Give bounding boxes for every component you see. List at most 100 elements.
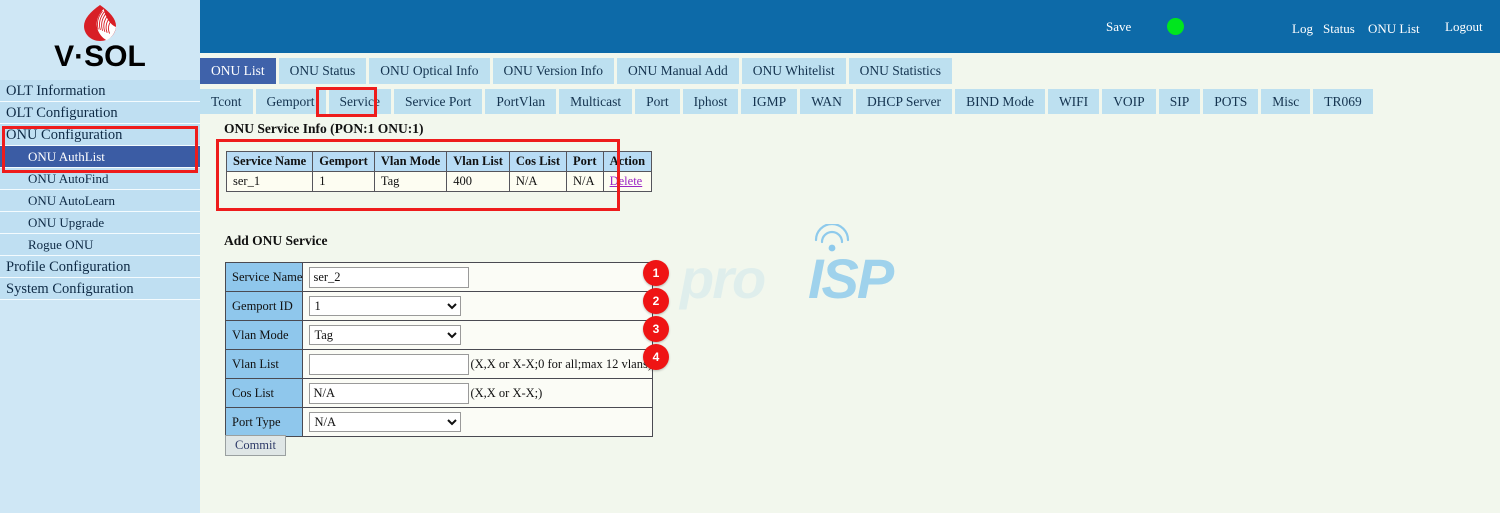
status-indicator-icon	[1167, 18, 1184, 35]
service-name-input[interactable]	[309, 267, 469, 288]
service-info-table: Service Name Gemport Vlan Mode Vlan List…	[226, 151, 652, 192]
step-badge-4: 4	[643, 344, 669, 370]
subtab-misc[interactable]: Misc	[1261, 89, 1310, 114]
sidebar-item-olt-information[interactable]: OLT Information	[0, 80, 200, 102]
brand-name: V·SOL	[0, 40, 200, 74]
col-port: Port	[567, 152, 604, 172]
gemport-id-select[interactable]: 1	[309, 296, 461, 316]
cell-service-name: ser_1	[227, 172, 313, 192]
subtab-igmp[interactable]: IGMP	[741, 89, 797, 114]
delete-link[interactable]: Delete	[610, 174, 643, 188]
label-vlan-list: Vlan List	[226, 350, 303, 379]
subtab-wifi[interactable]: WIFI	[1048, 89, 1099, 114]
step-badge-2: 2	[643, 288, 669, 314]
vlan-mode-select[interactable]: Tag	[309, 325, 461, 345]
label-gemport-id: Gemport ID	[226, 292, 303, 321]
form-row-vlan-mode: Vlan Mode Tag	[226, 321, 653, 350]
cell-vlan-list: 400	[447, 172, 510, 192]
col-service-name: Service Name	[227, 152, 313, 172]
subtab-iphost[interactable]: Iphost	[683, 89, 739, 114]
label-vlan-mode: Vlan Mode	[226, 321, 303, 350]
subtab-multicast[interactable]: Multicast	[559, 89, 632, 114]
subtab-wan[interactable]: WAN	[800, 89, 853, 114]
header-link-status[interactable]: Status	[1323, 21, 1355, 37]
brand-logo: V·SOL	[0, 0, 200, 80]
sidebar-nav: OLT Information OLT Configuration ONU Co…	[0, 80, 200, 300]
label-service-name: Service Name	[226, 263, 303, 292]
sidebar-item-onu-authlist[interactable]: ONU AuthList	[0, 146, 200, 168]
form-row-gemport-id: Gemport ID 1	[226, 292, 653, 321]
subtab-service[interactable]: Service	[329, 89, 391, 114]
tab-onu-version-info[interactable]: ONU Version Info	[493, 58, 615, 84]
col-gemport: Gemport	[313, 152, 375, 172]
sub-tab-bar: Tcont Gemport Service Service Port PortV…	[200, 89, 1500, 117]
vlan-list-input[interactable]	[309, 354, 469, 375]
vlan-list-hint: (X,X or X-X;0 for all;max 12 vlans)	[470, 357, 652, 371]
port-type-select[interactable]: N/A	[309, 412, 461, 432]
sidebar-item-onu-upgrade[interactable]: ONU Upgrade	[0, 212, 200, 234]
step-badge-3: 3	[643, 316, 669, 342]
top-header-bar: Save Log Status ONU List Logout	[200, 0, 1500, 53]
subtab-bind-mode[interactable]: BIND Mode	[955, 89, 1045, 114]
col-vlan-list: Vlan List	[447, 152, 510, 172]
form-row-vlan-list: Vlan List (X,X or X-X;0 for all;max 12 v…	[226, 350, 653, 379]
add-service-form: Service Name Gemport ID 1 Vlan Mode Tag	[225, 262, 653, 437]
table-header-row: Service Name Gemport Vlan Mode Vlan List…	[227, 152, 652, 172]
cos-list-input[interactable]	[309, 383, 469, 404]
subtab-port[interactable]: Port	[635, 89, 680, 114]
watermark: pro ISP	[680, 222, 940, 302]
subtab-tcont[interactable]: Tcont	[200, 89, 253, 114]
step-badge-1: 1	[643, 260, 669, 286]
col-vlan-mode: Vlan Mode	[374, 152, 446, 172]
main-content: pro ISP ONU Service Info (PON:1 ONU:1) S…	[200, 117, 1500, 513]
subtab-voip[interactable]: VOIP	[1102, 89, 1156, 114]
sidebar-item-onu-autolearn[interactable]: ONU AutoLearn	[0, 190, 200, 212]
header-link-onu-list[interactable]: ONU List	[1368, 21, 1420, 37]
table-row: ser_1 1 Tag 400 N/A N/A Delete	[227, 172, 652, 192]
cell-action: Delete	[603, 172, 651, 192]
subtab-dhcp-server[interactable]: DHCP Server	[856, 89, 952, 114]
main-tab-bar: ONU List ONU Status ONU Optical Info ONU…	[200, 58, 1500, 87]
subtab-tr069[interactable]: TR069	[1313, 89, 1373, 114]
tab-onu-manual-add[interactable]: ONU Manual Add	[617, 58, 739, 84]
col-action: Action	[603, 152, 651, 172]
commit-button[interactable]: Commit	[225, 435, 286, 456]
tab-onu-status[interactable]: ONU Status	[279, 58, 367, 84]
col-cos-list: Cos List	[509, 152, 566, 172]
sidebar-item-system-configuration[interactable]: System Configuration	[0, 278, 200, 300]
cell-vlan-mode: Tag	[374, 172, 446, 192]
cell-port: N/A	[567, 172, 604, 192]
header-link-log[interactable]: Log	[1292, 21, 1313, 37]
subtab-portvlan[interactable]: PortVlan	[485, 89, 556, 114]
sidebar-item-onu-autofind[interactable]: ONU AutoFind	[0, 168, 200, 190]
form-row-cos-list: Cos List (X,X or X-X;)	[226, 379, 653, 408]
sidebar: V·SOL OLT Information OLT Configuration …	[0, 0, 200, 513]
broadcast-tower-icon	[802, 224, 872, 258]
header-link-logout[interactable]: Logout	[1445, 19, 1483, 35]
subtab-sip[interactable]: SIP	[1159, 89, 1201, 114]
form-row-service-name: Service Name	[226, 263, 653, 292]
subtab-pots[interactable]: POTS	[1203, 89, 1258, 114]
subtab-service-port[interactable]: Service Port	[394, 89, 482, 114]
tab-onu-list[interactable]: ONU List	[200, 58, 276, 84]
service-info-title: ONU Service Info (PON:1 ONU:1)	[224, 121, 423, 137]
sidebar-item-olt-configuration[interactable]: OLT Configuration	[0, 102, 200, 124]
label-port-type: Port Type	[226, 408, 303, 437]
add-service-title: Add ONU Service	[224, 233, 328, 249]
cell-gemport: 1	[313, 172, 375, 192]
form-row-port-type: Port Type N/A	[226, 408, 653, 437]
subtab-gemport[interactable]: Gemport	[256, 89, 326, 114]
sidebar-item-onu-configuration[interactable]: ONU Configuration	[0, 124, 200, 146]
vsol-droplet-logo-icon	[80, 3, 120, 43]
tab-onu-statistics[interactable]: ONU Statistics	[849, 58, 952, 84]
label-cos-list: Cos List	[226, 379, 303, 408]
cell-cos-list: N/A	[509, 172, 566, 192]
sidebar-item-profile-configuration[interactable]: Profile Configuration	[0, 256, 200, 278]
cos-list-hint: (X,X or X-X;)	[470, 386, 542, 400]
sidebar-item-rogue-onu[interactable]: Rogue ONU	[0, 234, 200, 256]
tab-onu-optical-info[interactable]: ONU Optical Info	[369, 58, 489, 84]
tab-onu-whitelist[interactable]: ONU Whitelist	[742, 58, 846, 84]
watermark-prefix: pro	[680, 246, 764, 311]
save-button[interactable]: Save	[1106, 19, 1131, 35]
watermark-suffix: ISP	[808, 246, 892, 311]
